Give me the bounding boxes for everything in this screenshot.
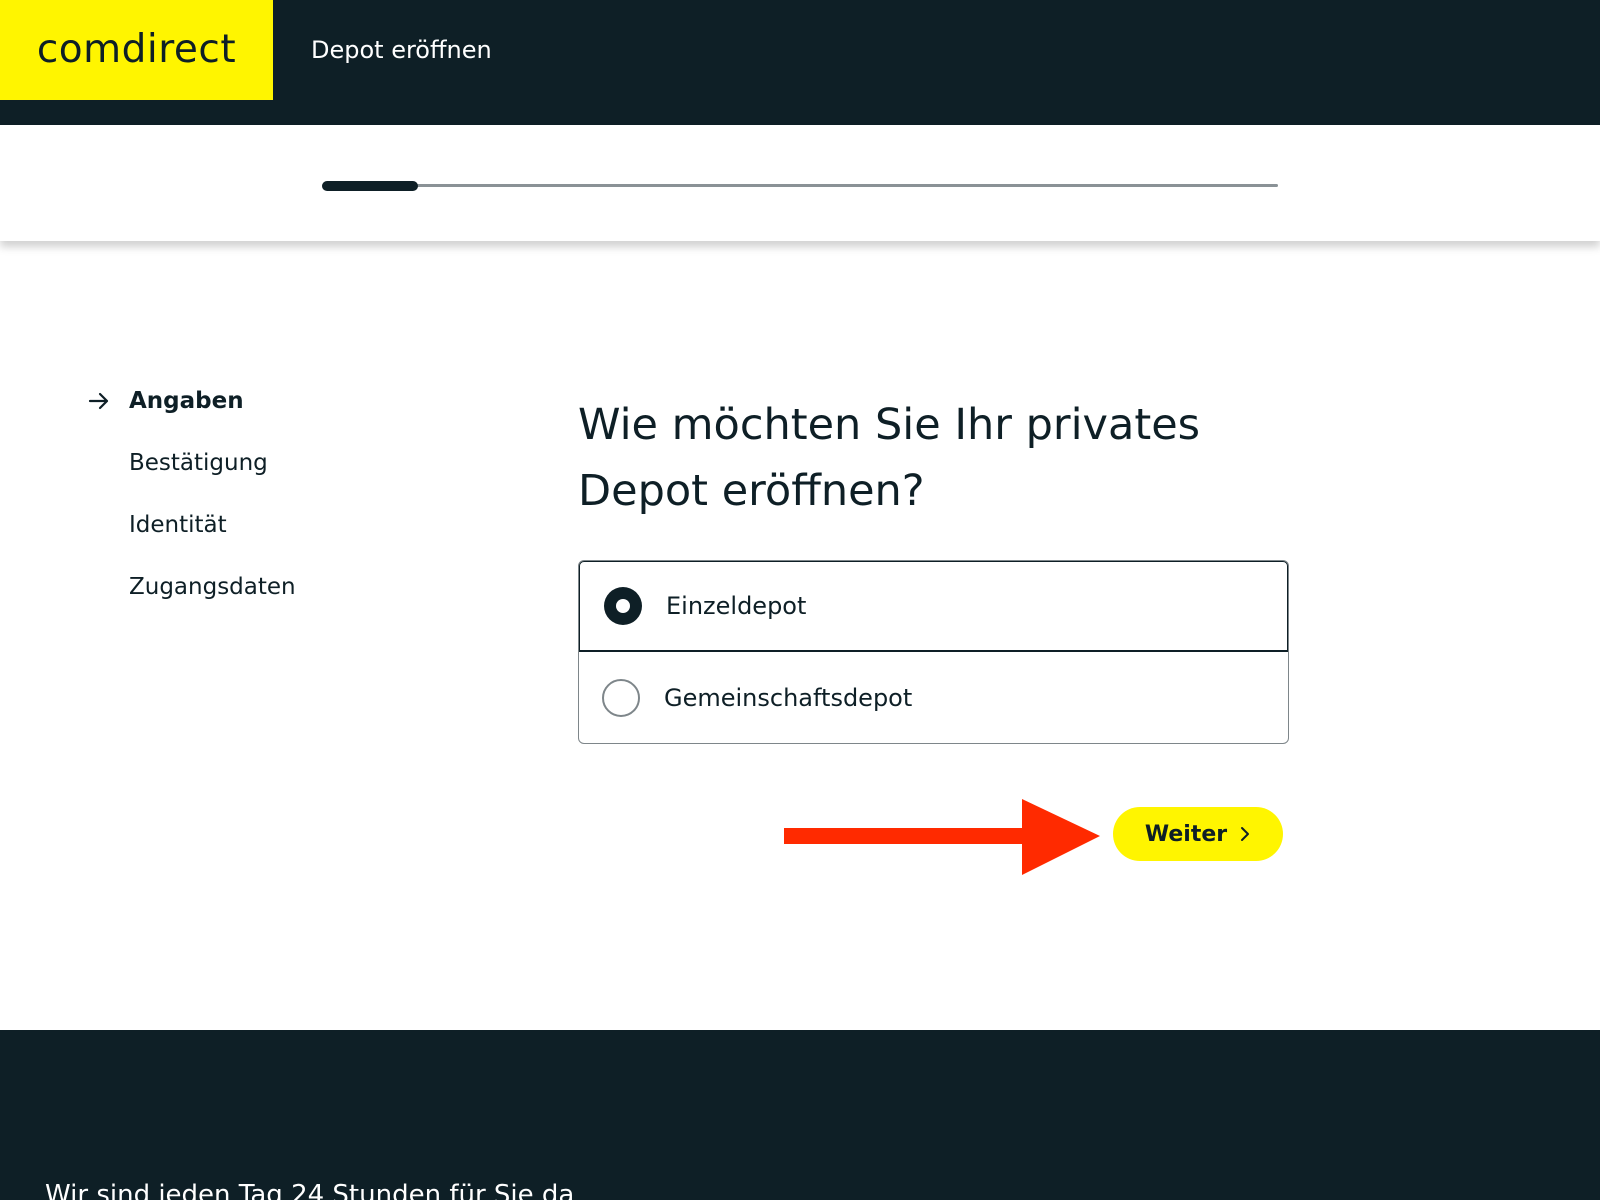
- progress-band: [0, 125, 1600, 241]
- progress-bar: [322, 181, 1278, 191]
- step-label: Identität: [129, 512, 227, 538]
- option-label: Gemeinschaftsdepot: [664, 683, 913, 712]
- option-einzeldepot[interactable]: Einzeldepot: [579, 561, 1288, 652]
- header-title: Depot eröffnen: [311, 36, 492, 64]
- red-arrow-icon: [784, 799, 1100, 875]
- depot-type-options: Einzeldepot Gemeinschaftsdepot: [578, 560, 1289, 744]
- step-label: Zugangsdaten: [129, 574, 296, 600]
- question-line-2: Depot eröffnen?: [578, 466, 925, 516]
- arrow-right-icon: [88, 392, 109, 410]
- question-line-1: Wie möchten Sie Ihr privates: [578, 400, 1201, 450]
- chevron-right-icon: [1241, 827, 1250, 841]
- top-bar: comdirect Depot eröffnen: [0, 0, 1600, 125]
- step-identitaet: Identität: [88, 512, 296, 574]
- next-button[interactable]: Weiter: [1113, 807, 1283, 861]
- next-button-label: Weiter: [1144, 821, 1228, 847]
- radio-dot: [616, 599, 630, 613]
- logo[interactable]: comdirect: [0, 0, 273, 100]
- footer-text: Wir sind jeden Tag 24 Stunden für Sie da: [45, 1180, 575, 1200]
- step-navigation: Angaben Bestätigung Identität Zugangsdat…: [88, 388, 296, 636]
- radio-unselected[interactable]: [602, 678, 640, 717]
- progress-fill: [322, 181, 418, 191]
- progress-rail: [322, 184, 1278, 187]
- option-label: Einzeldepot: [666, 592, 807, 620]
- question-heading: Wie möchten Sie Ihr privates Depot eröff…: [578, 392, 1278, 524]
- footer: Wir sind jeden Tag 24 Stunden für Sie da: [0, 1030, 1600, 1200]
- option-gemeinschaftsdepot[interactable]: Gemeinschaftsdepot: [579, 652, 1288, 743]
- radio-selected[interactable]: [604, 587, 642, 625]
- step-zugangsdaten: Zugangsdaten: [88, 574, 296, 636]
- step-angaben: Angaben: [88, 388, 296, 450]
- step-bestaetigung: Bestätigung: [88, 450, 296, 512]
- logo-text: comdirect: [36, 26, 237, 72]
- step-label: Bestätigung: [129, 450, 268, 476]
- page: comdirect Depot eröffnen Angaben Bestäti…: [0, 0, 1600, 1200]
- step-label: Angaben: [129, 388, 244, 414]
